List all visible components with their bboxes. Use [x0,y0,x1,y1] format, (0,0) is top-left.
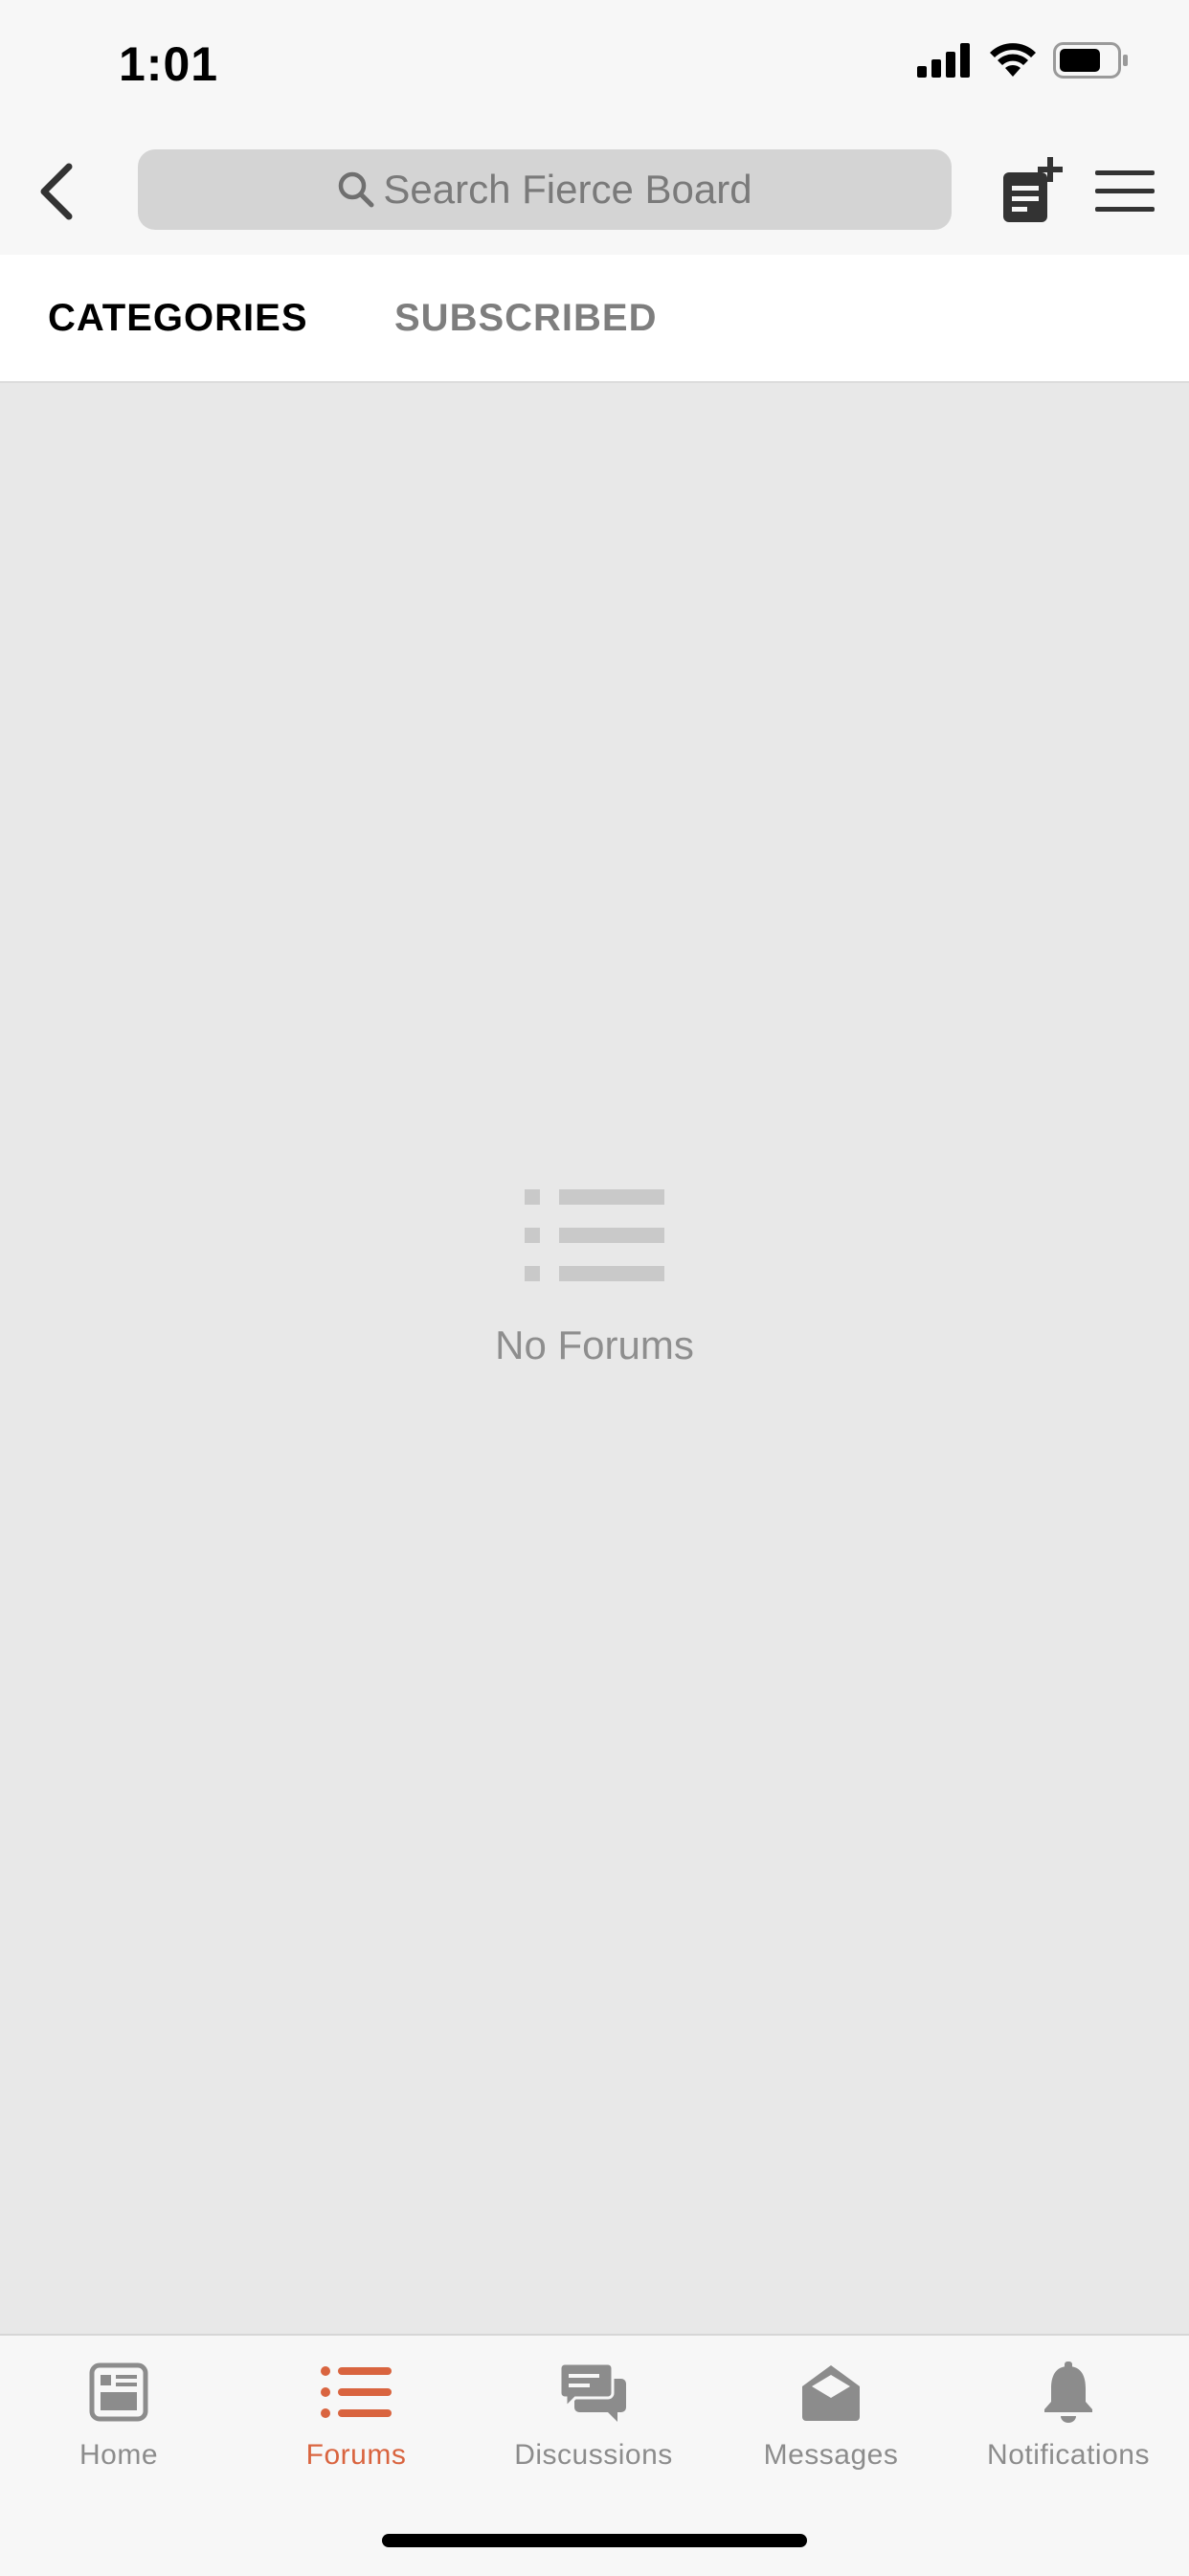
home-icon [89,2362,148,2422]
bell-icon [1042,2361,1095,2423]
search-placeholder: Search Fierce Board [383,167,752,212]
status-icons [917,42,1130,79]
tab-subscribed[interactable]: SUBSCRIBED [394,255,657,381]
tab-messages-label: Messages [763,2439,899,2471]
back-button[interactable] [17,153,94,230]
chevron-left-icon [34,163,77,220]
tab-home-label: Home [79,2439,159,2471]
empty-state: No Forums [0,1189,1189,1368]
wifi-icon [988,42,1038,79]
search-input[interactable]: Search Fierce Board [138,149,952,230]
list-icon [321,2366,392,2418]
empty-state-message: No Forums [495,1322,694,1367]
hamburger-menu-icon [1093,165,1156,218]
tab-categories[interactable]: CATEGORIES [48,255,308,381]
tab-discussions[interactable]: Discussions [475,2357,712,2500]
tab-notifications[interactable]: Notifications [950,2357,1187,2500]
signal-icon [917,43,973,78]
chat-bubbles-icon [560,2361,627,2423]
forum-tabs: CATEGORIES SUBSCRIBED [0,255,1189,383]
tab-messages[interactable]: Messages [712,2357,950,2500]
home-indicator [382,2534,807,2547]
forum-list-area: No Forums [0,383,1189,2334]
envelope-open-icon [800,2361,862,2423]
tab-forums[interactable]: Forums [237,2357,475,2500]
nav-bar: Search Fierce Board [0,130,1189,255]
list-icon [525,1189,664,1281]
battery-icon [1053,42,1130,79]
menu-button[interactable] [1093,165,1156,218]
tab-forums-label: Forums [305,2439,407,2471]
tab-notifications-label: Notifications [987,2439,1150,2471]
status-bar: 1:01 [0,0,1189,130]
new-post-icon [1001,157,1063,224]
tab-home[interactable]: Home [0,2357,237,2500]
search-icon [337,170,375,209]
new-post-button[interactable] [1001,157,1063,224]
tab-discussions-label: Discussions [514,2439,673,2471]
status-time: 1:01 [119,37,219,91]
